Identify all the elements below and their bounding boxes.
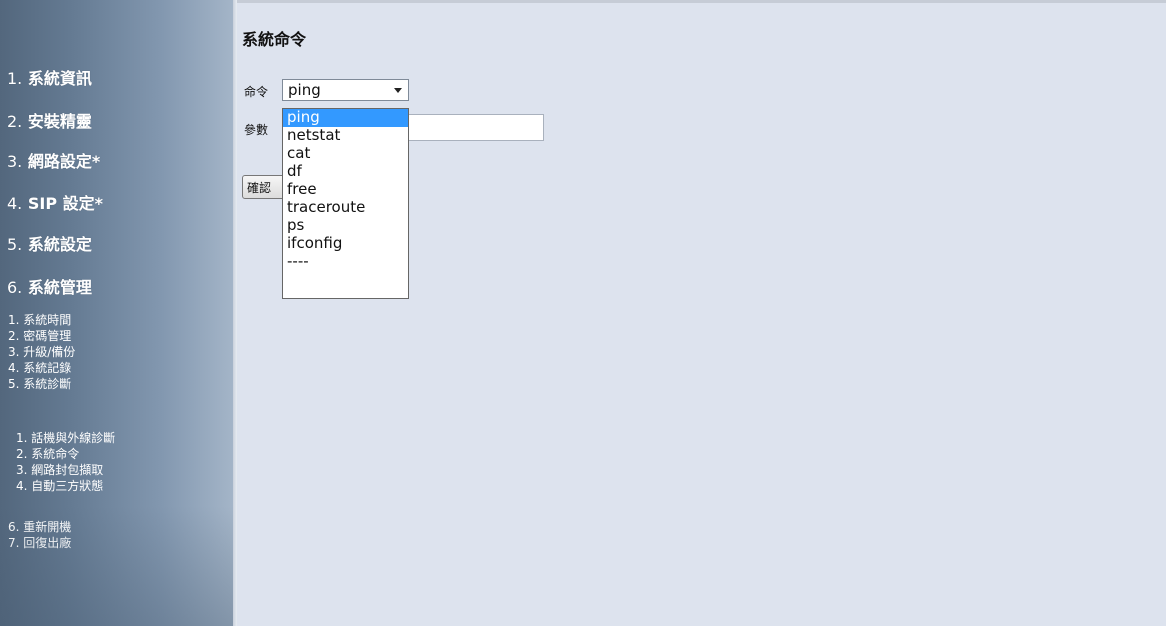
nav-sub-password-management[interactable]: 2. 密碼管理	[8, 328, 71, 344]
command-option-ping[interactable]: ping	[283, 109, 408, 127]
page-title: 系統命令	[242, 30, 307, 49]
command-option-ps[interactable]: ps	[283, 217, 408, 235]
command-select-value: ping	[288, 81, 321, 99]
nav-sub-system-diagnostics[interactable]: 5. 系統診斷	[8, 376, 71, 392]
command-option-ifconfig[interactable]: ifconfig	[283, 235, 408, 253]
nav-sub2-packet-capture[interactable]: 3. 網路封包擷取	[16, 462, 103, 478]
command-option-free[interactable]: free	[283, 181, 408, 199]
nav-install-wizard[interactable]: 2. 安裝精靈	[7, 108, 92, 132]
command-dropdown-list: ping netstat cat df free traceroute ps i…	[282, 108, 409, 299]
command-label: 命令	[244, 85, 269, 99]
nav-system-settings[interactable]: 5. 系統設定	[7, 231, 92, 255]
command-option-df[interactable]: df	[283, 163, 408, 181]
command-select[interactable]: ping	[282, 79, 409, 101]
nav-sub2-system-command[interactable]: 2. 系統命令	[16, 446, 79, 462]
nav-sip-settings[interactable]: 4. SIP 設定*	[7, 190, 103, 214]
nav-sub2-phone-trunk-diagnostics[interactable]: 1. 話機與外線診斷	[16, 430, 115, 446]
nav-sub2-auto-three-way-status[interactable]: 4. 自動三方狀態	[16, 478, 103, 494]
command-option-netstat[interactable]: netstat	[283, 127, 408, 145]
sidebar-divider	[233, 0, 237, 626]
nav-sub-upgrade-backup[interactable]: 3. 升級/備份	[8, 344, 75, 360]
command-option-separator[interactable]: ----	[283, 253, 408, 271]
param-label: 參數	[244, 123, 269, 137]
nav-sub-system-time[interactable]: 1. 系統時間	[8, 312, 71, 328]
nav-network-settings[interactable]: 3. 網路設定*	[7, 148, 100, 172]
nav-system-management[interactable]: 6. 系統管理	[7, 274, 92, 298]
command-option-cat[interactable]: cat	[283, 145, 408, 163]
chevron-down-icon[interactable]	[394, 88, 402, 93]
sidebar: 1. 系統資訊 2. 安裝精靈 3. 網路設定* 4. SIP 設定* 5. 系…	[0, 0, 233, 626]
command-option-traceroute[interactable]: traceroute	[283, 199, 408, 217]
nav-sub-system-log[interactable]: 4. 系統記錄	[8, 360, 71, 376]
nav-sub-reboot[interactable]: 6. 重新開機	[8, 519, 71, 535]
nav-system-info[interactable]: 1. 系統資訊	[7, 65, 92, 89]
nav-sub-factory-reset[interactable]: 7. 回復出廠	[8, 535, 71, 551]
